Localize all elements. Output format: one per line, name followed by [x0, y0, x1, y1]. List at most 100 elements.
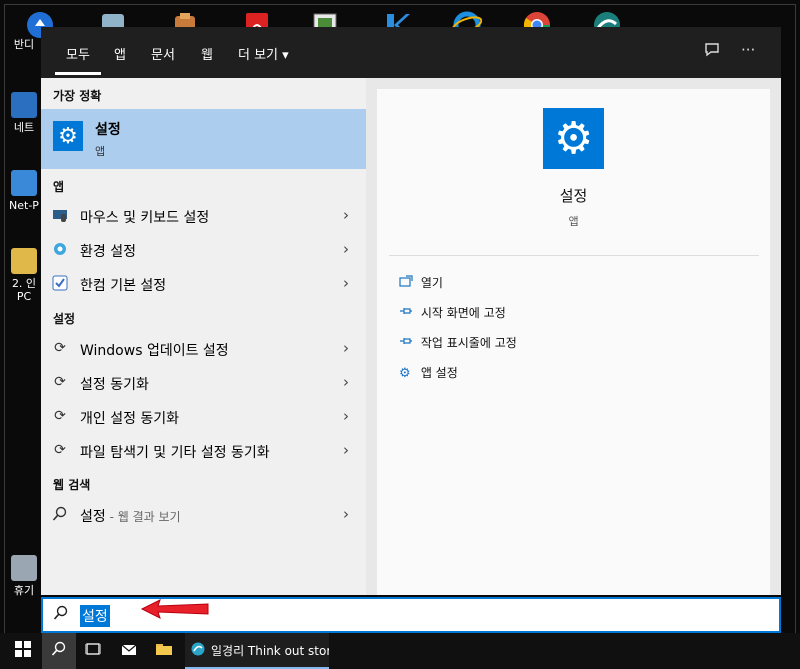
detail-title: 설정 — [559, 187, 588, 205]
list-item-label: 개인 설정 동기화 — [80, 411, 180, 427]
tab-apps[interactable]: 앱 — [114, 44, 126, 63]
pin-to-start-action[interactable]: 시작 화면에 고정 — [399, 304, 506, 324]
sync-icon: ⟳ — [54, 340, 66, 356]
list-item[interactable]: 환경 설정 › — [41, 232, 366, 266]
more-options-button[interactable]: ··· — [741, 41, 755, 59]
best-match-item[interactable]: ⚙ 설정 앱 — [41, 109, 366, 169]
desktop-icon[interactable]: Net-P — [6, 170, 42, 212]
shortcut-icon — [11, 170, 37, 196]
sync-icon: ⟳ — [54, 442, 66, 458]
list-item-label: 한컴 기본 설정 — [80, 278, 167, 294]
chevron-right-icon[interactable]: › — [343, 373, 349, 391]
list-item[interactable]: ⟳ 파일 탐색기 및 기타 설정 동기화 › — [41, 433, 366, 467]
taskbar-app-label: 일경리 Think out stor... — [211, 643, 329, 658]
chevron-right-icon[interactable]: › — [343, 274, 349, 292]
search-icon — [52, 506, 68, 522]
chevron-right-icon[interactable]: › — [343, 407, 349, 425]
web-result-title: 설정 — [80, 509, 106, 525]
search-query-text[interactable]: 설정 — [80, 605, 110, 627]
pin-icon — [399, 305, 417, 321]
chevron-right-icon[interactable]: › — [343, 206, 349, 224]
apps-header: 앱 — [53, 180, 65, 194]
chevron-right-icon[interactable]: › — [343, 339, 349, 357]
search-icon — [53, 605, 69, 625]
chevron-right-icon[interactable]: › — [343, 505, 349, 523]
gear-icon: ⚙ — [399, 366, 411, 381]
network-icon — [11, 92, 37, 118]
sync-icon: ⟳ — [54, 374, 66, 390]
list-item[interactable]: ⟳ 개인 설정 동기화 › — [41, 399, 366, 433]
detail-subtitle: 앱 — [568, 215, 579, 228]
action-label: 열기 — [420, 276, 443, 290]
folder-icon — [11, 248, 37, 274]
list-item[interactable]: ⟳ Windows 업데이트 설정 › — [41, 331, 366, 365]
start-search-panel: 모두 앱 문서 웹 더 보기 ▾ ··· 가장 정확 ⚙ 설정 앱 앱 마우스 … — [41, 27, 781, 595]
windows-logo-icon — [15, 641, 31, 661]
sync-icon: ⟳ — [54, 408, 66, 424]
detail-pane: ⚙ 설정 앱 열기 시작 화면에 고정 작업 표시줄에 고정 ⚙ 앱 설정 — [377, 89, 770, 595]
task-view-button[interactable] — [76, 633, 110, 669]
list-item-label: Windows 업데이트 설정 — [80, 343, 229, 359]
search-button[interactable] — [42, 633, 76, 669]
mouse-keyboard-icon — [52, 207, 68, 223]
desktop-icon-label: Net-P — [9, 199, 39, 212]
list-item-label: 마우스 및 키보드 설정 — [80, 210, 210, 226]
desktop-icon-label: 2. 인 PC — [11, 277, 37, 303]
tab-documents[interactable]: 문서 — [151, 44, 175, 63]
taskbar-app-browser[interactable]: 일경리 Think out stor... — [185, 633, 329, 669]
web-result-hint: - 웹 결과 보기 — [105, 510, 181, 524]
results-list: 가장 정확 ⚙ 설정 앱 앱 마우스 및 키보드 설정 › 환경 설정 › 한컴… — [41, 78, 366, 595]
open-icon — [399, 275, 417, 291]
gear-icon: ⚙ — [543, 108, 604, 169]
open-action[interactable]: 열기 — [399, 274, 443, 294]
task-view-icon — [84, 641, 102, 661]
taskbar: 일경리 Think out stor... — [0, 633, 800, 669]
preferences-icon — [52, 241, 68, 257]
list-item[interactable]: 마우스 및 키보드 설정 › — [41, 198, 366, 232]
search-icon — [51, 641, 67, 661]
arrow-annotation-icon — [140, 598, 212, 624]
desktop-icon[interactable]: 휴기 — [6, 555, 42, 597]
feedback-icon[interactable] — [703, 40, 721, 62]
list-item[interactable]: 한컴 기본 설정 › — [41, 266, 366, 300]
chevron-right-icon[interactable]: › — [343, 441, 349, 459]
desktop-icon[interactable]: 반디 — [6, 38, 42, 51]
start-button[interactable] — [6, 633, 40, 669]
pin-icon — [399, 335, 417, 351]
best-match-subtitle: 앱 — [95, 145, 106, 158]
desktop-icon-label: 휴기 — [13, 584, 35, 597]
hancom-settings-icon — [52, 275, 68, 291]
divider — [389, 255, 759, 256]
settings-header: 설정 — [53, 312, 76, 326]
desktop-icon-label: 반디 — [13, 38, 35, 51]
desktop-icon[interactable]: 2. 인 PC — [6, 248, 42, 303]
web-search-header: 웹 검색 — [53, 478, 91, 492]
mail-icon — [121, 642, 137, 660]
mail-button[interactable] — [112, 633, 146, 669]
chevron-right-icon[interactable]: › — [343, 240, 349, 258]
list-item-label: 파일 탐색기 및 기타 설정 동기화 — [80, 445, 270, 461]
recycle-bin-icon — [11, 555, 37, 581]
file-explorer-button[interactable] — [147, 633, 181, 669]
best-match-header: 가장 정확 — [53, 89, 102, 103]
tab-more[interactable]: 더 보기 ▾ — [238, 44, 289, 63]
desktop-icon-label: 네트 — [13, 121, 35, 134]
browser-icon — [191, 642, 205, 659]
list-item-label: 설정 - 웹 결과 보기 — [80, 506, 181, 526]
tab-all[interactable]: 모두 — [55, 44, 101, 75]
gear-icon: ⚙ — [53, 121, 83, 151]
list-item[interactable]: ⟳ 설정 동기화 › — [41, 365, 366, 399]
folder-icon — [155, 642, 173, 660]
app-settings-action[interactable]: ⚙ 앱 설정 — [399, 364, 458, 384]
list-item-label: 환경 설정 — [80, 244, 136, 260]
list-item-label: 설정 동기화 — [80, 377, 149, 393]
search-filter-bar: 모두 앱 문서 웹 더 보기 ▾ ··· — [41, 27, 781, 78]
best-match-title: 설정 — [95, 122, 121, 138]
action-label: 시작 화면에 고정 — [420, 306, 506, 320]
tab-web[interactable]: 웹 — [201, 44, 213, 63]
action-label: 앱 설정 — [420, 366, 458, 380]
pin-to-taskbar-action[interactable]: 작업 표시줄에 고정 — [399, 334, 517, 354]
action-label: 작업 표시줄에 고정 — [420, 336, 517, 350]
list-item[interactable]: 설정 - 웹 결과 보기 › — [41, 497, 366, 531]
desktop-icon[interactable]: 네트 — [6, 92, 42, 134]
